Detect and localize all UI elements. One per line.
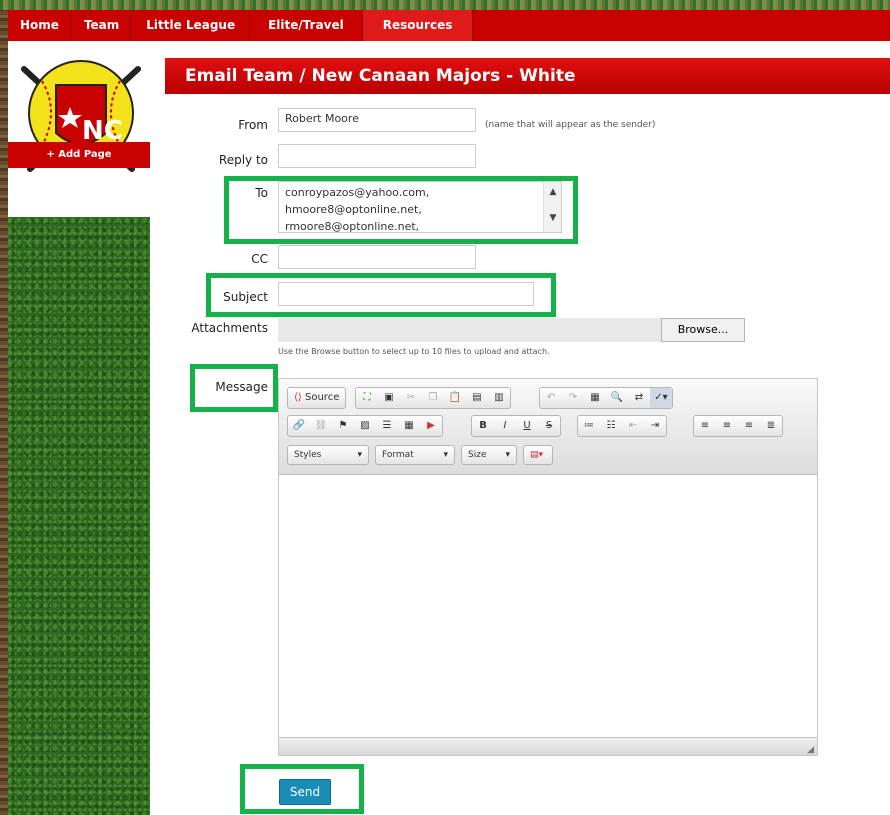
format-combo[interactable]: Format ▾ [375, 445, 455, 465]
main-nav: Home Team Little League Elite/Travel Res… [8, 10, 890, 41]
redo-icon[interactable]: ↷ [562, 388, 584, 408]
cc-label: CC [251, 252, 268, 266]
image-icon[interactable]: ▨ [354, 416, 376, 436]
resize-handle-icon[interactable]: ◢ [807, 745, 814, 755]
editor-footer: ◢ [279, 737, 817, 755]
from-label: From [238, 118, 268, 132]
reply-to-label: Reply to [218, 153, 268, 167]
add-page-button[interactable]: + Add Page [8, 142, 150, 168]
from-field[interactable]: Robert Moore [278, 108, 476, 132]
nav-resources[interactable]: Resources [362, 10, 474, 41]
scroll-down-icon[interactable]: ▼ [548, 213, 558, 223]
to-recipient: conroypazos@yahoo.com, [285, 186, 430, 199]
to-scrollbar[interactable]: ▲ ▼ [543, 182, 561, 232]
size-combo[interactable]: Size ▾ [461, 445, 517, 465]
link-icon[interactable]: 🔗 [288, 416, 310, 436]
hline-icon[interactable]: ☰ [376, 416, 398, 436]
message-label: Message [215, 380, 268, 394]
attachments-label: Attachments [191, 321, 268, 335]
editor-body[interactable] [279, 475, 817, 737]
spellcheck-icon[interactable]: ✓▾ [650, 388, 672, 408]
strike-button[interactable]: S [538, 416, 560, 436]
format-label: Format [382, 450, 414, 460]
replace-icon[interactable]: ⇄ [628, 388, 650, 408]
align-left-icon[interactable]: ≡ [694, 416, 716, 436]
align-right-icon[interactable]: ≡ [738, 416, 760, 436]
youtube-icon[interactable]: ▶ [420, 416, 442, 436]
bold-button[interactable]: B [472, 416, 494, 436]
page-left-edge [0, 10, 8, 815]
clipboard-group: ⛶ ▣ ✂ ❐ 📋 ▤ ▥ [355, 387, 511, 409]
from-hint: (name that will appear as the sender) [485, 120, 656, 130]
cc-field[interactable] [278, 245, 476, 269]
attach-hint: Use the Browse button to select up to 10… [278, 347, 550, 356]
to-field[interactable]: conroypazos@yahoo.com, hmoore8@optonline… [278, 181, 562, 233]
page-title: Email Team / New Canaan Majors - White [165, 58, 890, 94]
editor-toolbar: ⟨⟩ Source ⛶ ▣ ✂ ❐ 📋 ▤ ▥ ↶ ↷ ▦ 🔍 ⇄ ✓▾ 🔗 ⛓… [279, 379, 817, 475]
to-label: To [255, 186, 268, 200]
text-color-icon: ▤▾ [530, 450, 544, 460]
text-color-button[interactable]: ▤▾ [523, 445, 553, 465]
align-center-icon[interactable]: ≡ [716, 416, 738, 436]
template-icon[interactable]: ▦ [584, 388, 606, 408]
align-group: ≡ ≡ ≡ ≣ [693, 415, 783, 437]
nav-little-league[interactable]: Little League [132, 10, 251, 41]
paste-word-icon[interactable]: ▥ [488, 388, 510, 408]
find-icon[interactable]: 🔍 [606, 388, 628, 408]
anchor-icon[interactable]: ⚑ [332, 416, 354, 436]
history-group: ↶ ↷ ▦ 🔍 ⇄ ✓▾ [539, 387, 673, 409]
numbered-list-icon[interactable]: ≔ [578, 416, 600, 436]
cut-icon[interactable]: ✂ [400, 388, 422, 408]
size-label: Size [468, 450, 487, 460]
maximize-icon[interactable]: ⛶ [356, 388, 378, 408]
styles-dropdown-icon: ▾ [357, 450, 362, 460]
copy-icon[interactable]: ❐ [422, 388, 444, 408]
subject-label: Subject [223, 290, 268, 304]
scroll-up-icon[interactable]: ▲ [548, 187, 558, 197]
sidebar-grass [8, 217, 150, 815]
browse-button[interactable]: Browse... [661, 318, 745, 342]
styles-combo[interactable]: Styles ▾ [287, 445, 369, 465]
size-dropdown-icon: ▾ [505, 450, 510, 460]
nav-elite-travel[interactable]: Elite/Travel [250, 10, 363, 41]
styles-label: Styles [294, 450, 322, 460]
subject-field[interactable] [278, 282, 534, 306]
message-editor[interactable]: ⟨⟩ Source ⛶ ▣ ✂ ❐ 📋 ▤ ▥ ↶ ↷ ▦ 🔍 ⇄ ✓▾ 🔗 ⛓… [278, 378, 818, 756]
paste-icon[interactable]: 📋 [444, 388, 466, 408]
reply-to-field[interactable] [278, 144, 476, 168]
nav-home[interactable]: Home [8, 10, 72, 41]
attachment-path[interactable] [278, 318, 662, 342]
header-grass-strip [0, 0, 890, 10]
to-recipient: rmoore8@optonline.net, [285, 220, 420, 233]
list-group: ≔ ☷ ⇤ ⇥ [577, 415, 667, 437]
paste-text-icon[interactable]: ▤ [466, 388, 488, 408]
blocks-icon[interactable]: ▣ [378, 388, 400, 408]
source-icon: ⟨⟩ [294, 392, 302, 403]
source-label: Source [305, 392, 340, 403]
source-button[interactable]: ⟨⟩ Source [288, 388, 345, 408]
nav-team[interactable]: Team [72, 10, 133, 41]
unlink-icon[interactable]: ⛓ [310, 416, 332, 436]
insert-group: 🔗 ⛓ ⚑ ▨ ☰ ▦ ▶ [287, 415, 443, 437]
indent-icon[interactable]: ⇥ [644, 416, 666, 436]
outdent-icon[interactable]: ⇤ [622, 416, 644, 436]
undo-icon[interactable]: ↶ [540, 388, 562, 408]
underline-button[interactable]: U [516, 416, 538, 436]
justify-icon[interactable]: ≣ [760, 416, 782, 436]
format-dropdown-icon: ▾ [443, 450, 448, 460]
italic-button[interactable]: I [494, 416, 516, 436]
format-group: B I U S [471, 415, 561, 437]
to-recipient: hmoore8@optonline.net, [285, 203, 422, 216]
source-group: ⟨⟩ Source [287, 387, 347, 409]
bullet-list-icon[interactable]: ☷ [600, 416, 622, 436]
send-button[interactable]: Send [279, 779, 331, 805]
table-icon[interactable]: ▦ [398, 416, 420, 436]
